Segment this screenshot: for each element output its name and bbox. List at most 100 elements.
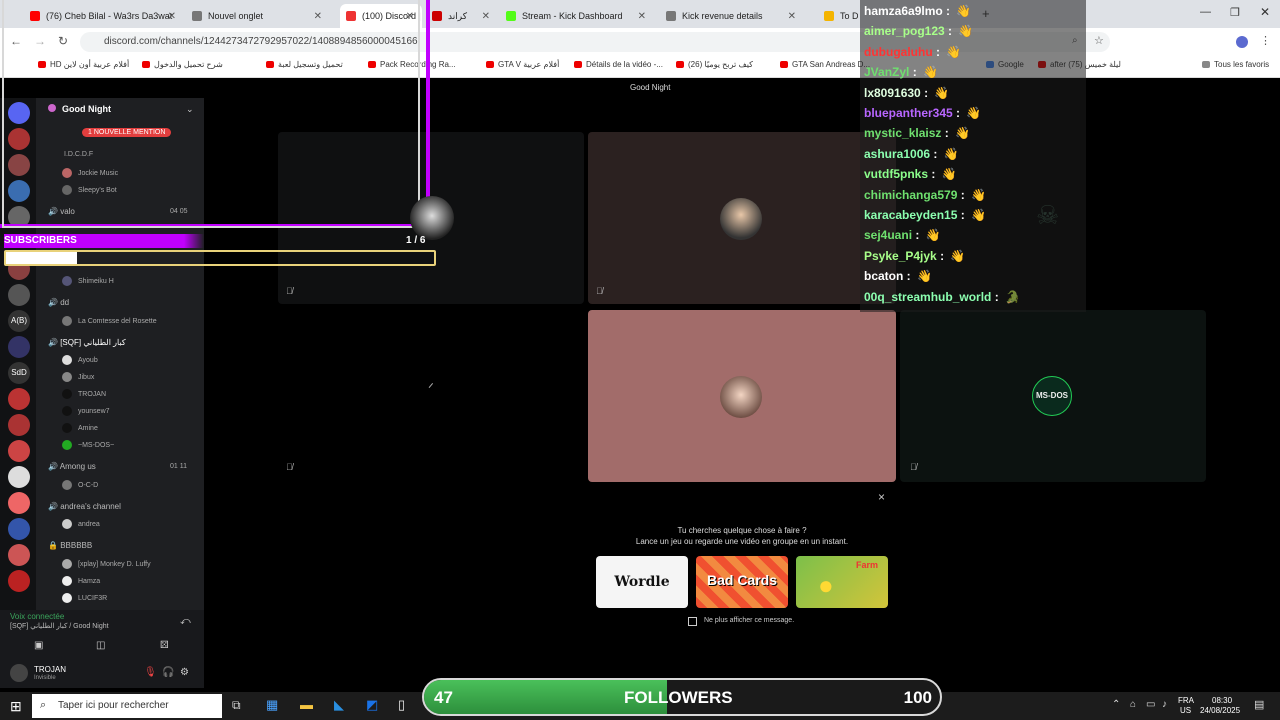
windows-start-icon[interactable]: ⊞ [10,698,22,715]
server-icon[interactable] [8,414,30,436]
chat-username[interactable]: vutdf5pnks [864,167,928,181]
bookmark-item[interactable]: GTA San Andreas D... [780,60,870,69]
chat-username[interactable]: Psyke_P4jyk [864,249,937,263]
maximize-icon[interactable]: ❐ [1230,6,1240,19]
voice-channel-name[interactable]: [SQF] كبار الطلياني / Good Night [10,622,109,630]
task-view-icon[interactable]: ⧉ [232,698,241,713]
tray-chevron-icon[interactable]: ⌃ [1112,699,1120,710]
profile-avatar[interactable] [1236,36,1248,48]
browser-tab[interactable]: Stream - Kick Dashboard ✕ [500,4,654,28]
network-icon[interactable]: ⌂ [1130,699,1136,710]
file-explorer-icon[interactable]: ▬ [300,697,313,712]
bookmark-item[interactable]: Tous les favoris [1202,60,1269,69]
battery-icon[interactable]: ▭ [1146,699,1155,710]
camera-icon[interactable]: ▣ [34,640,43,651]
volume-icon[interactable]: ♪ [1162,699,1167,710]
username[interactable]: TROJAN [34,665,66,674]
participant-tile[interactable]: 🎙̸ [588,132,896,304]
chat-username[interactable]: JVanZyl [864,65,909,79]
chat-username[interactable]: chimichanga579 [864,188,957,202]
server-icon[interactable] [8,284,30,306]
member-row[interactable]: TROJAN [62,389,106,399]
member-row[interactable]: Amine [62,423,98,433]
disconnect-icon[interactable]: ⤺ [180,616,191,627]
member-row[interactable]: Ayoub [62,355,98,365]
voice-channel-sqf[interactable]: 🔊 [SQF] كبار الطلياني [48,338,126,347]
minimize-icon[interactable]: — [1200,6,1211,18]
participant-tile[interactable]: MS-DOS 🎙̸ [900,310,1206,482]
server-icon[interactable] [8,440,30,462]
member-row[interactable]: O-C-D [62,480,98,490]
member-row[interactable]: [xplay] Monkey D. Luffy [62,559,151,569]
chat-username[interactable]: sej4uani [864,228,912,242]
server-icon[interactable] [8,518,30,540]
chat-username[interactable]: lx8091630 [864,86,921,100]
server-icon[interactable]: SdD [8,362,30,384]
chat-username[interactable]: 00q_streamhub_world [864,290,991,304]
clock-date[interactable]: 24/08/2025 [1200,706,1240,715]
headphones-icon[interactable]: 🎧 [162,667,174,678]
server-icon[interactable] [8,336,30,358]
store-icon[interactable]: ▦ [266,697,278,713]
region-code[interactable]: US [1180,706,1191,715]
member-row[interactable]: La Comtesse del Rosette [62,316,157,326]
browser-tab[interactable]: To De [818,4,858,28]
close-tab-icon[interactable]: ✕ [482,11,490,22]
chat-username[interactable]: mystic_klaisz [864,126,941,140]
member-row[interactable]: Shimeiku H [62,276,114,286]
voice-status[interactable]: Voix connectée [10,612,64,621]
participant-tile[interactable]: ᐟ 🎙̸ [278,310,584,482]
chat-username[interactable]: karacabeyden15 [864,208,957,222]
close-tab-icon[interactable]: ✕ [788,11,796,22]
browser-tab[interactable]: كراند ✕ [426,4,498,28]
voice-channel-andrea[interactable]: 🔊 andrea's channel [48,502,121,511]
member-row[interactable]: LUCIF3R [62,593,107,603]
bookmark-item[interactable]: Détails de la vidéo -... [574,60,663,69]
chat-username[interactable]: ashura1006 [864,147,930,161]
settings-gear-icon[interactable]: ⚙ [180,667,189,678]
close-window-icon[interactable]: ✕ [1260,5,1270,19]
server-icon[interactable] [8,492,30,514]
chat-username[interactable]: aimer_pog123 [864,24,945,38]
voice-channel-dd[interactable]: 🔊 dd [48,298,69,307]
bookmark-star-icon[interactable]: ☆ [1094,34,1104,47]
clock-time[interactable]: 08:30 [1212,696,1232,705]
member-row[interactable]: andrea [62,519,100,529]
chat-username[interactable]: bcaton [864,269,903,283]
browser-tab[interactable]: Kick revenue details ✕ [660,4,804,28]
bookmark-item[interactable]: كيف تربح يوميًا (26) [676,60,753,69]
screen-share-icon[interactable]: ◫ [96,640,105,651]
voice-channel-locked[interactable]: 🔒 BBBBBB [48,541,92,550]
activity-icon[interactable]: ⚄ [160,640,169,651]
member-row[interactable]: Hamza [62,576,100,586]
outlook-icon[interactable]: ◩ [366,697,378,713]
server-icon[interactable] [8,544,30,566]
member-row[interactable]: younsew7 [62,406,110,416]
dont-show-checkbox[interactable] [688,617,697,626]
close-icon[interactable]: × [878,490,885,504]
voice-channel-among-us[interactable]: 🔊 Among us [48,462,96,471]
server-icon[interactable] [8,466,30,488]
notifications-icon[interactable]: ▤ [1254,698,1264,711]
bad-cards-tile[interactable]: Bad Cards [696,556,788,608]
member-row[interactable]: Jibux [62,372,94,382]
member-row[interactable]: ~MS-DOS~ [62,440,114,450]
server-icon[interactable]: A(B) [8,310,30,332]
bookmark-item[interactable]: GTA V أفلام عربية [486,60,559,69]
participant-tile-speaking[interactable] [588,310,896,482]
close-tab-icon[interactable]: ✕ [638,11,646,22]
mic-muted-icon[interactable]: 🎙 [144,667,157,678]
wordle-tile[interactable]: Wordle [596,556,688,608]
chat-username[interactable]: bluepanther345 [864,106,953,120]
language-code[interactable]: FRA [1178,696,1194,705]
farm-game-tile[interactable]: Farm ● [796,556,888,608]
vscode-icon[interactable]: ◣ [334,697,344,713]
menu-icon[interactable]: ⋮ [1260,34,1271,47]
file-icon[interactable]: ▯ [398,697,405,713]
taskbar-search-input[interactable]: Taper ici pour rechercher [32,694,222,718]
server-icon[interactable] [8,570,30,592]
chat-username[interactable]: dubugaluhu [864,45,933,59]
server-icon[interactable] [8,388,30,410]
chat-username[interactable]: hamza6a9lmo [864,4,943,18]
avatar[interactable] [10,664,28,682]
